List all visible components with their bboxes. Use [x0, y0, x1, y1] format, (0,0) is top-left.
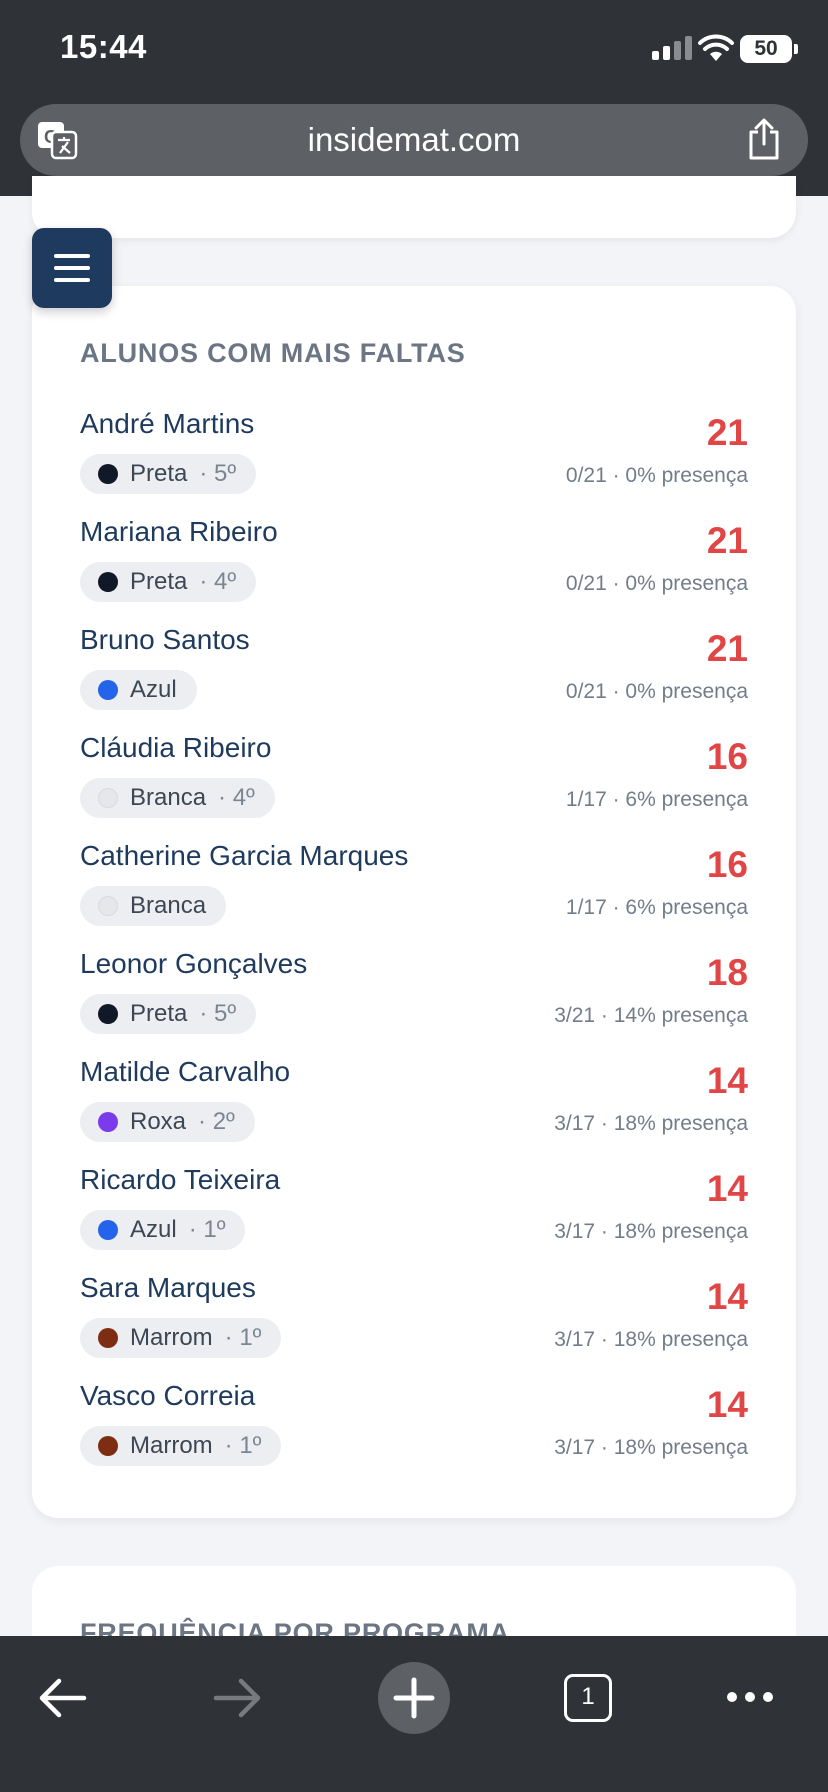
belt-color-dot [98, 788, 118, 808]
belt-degree: · 5º [199, 460, 237, 487]
absence-count: 18 [706, 952, 748, 993]
student-row[interactable]: Mariana Ribeiro Preta · 4º 21 0/21 · 0% … [80, 516, 748, 624]
belt-degree: · 1º [224, 1432, 262, 1459]
belt-badge: Preta · 4º [80, 562, 257, 602]
belt-badge: Branca · 4º [80, 778, 275, 818]
belt-degree: · 2º [198, 1108, 235, 1135]
belt-degree: · 4º [199, 568, 237, 595]
belt-label: Azul [130, 676, 177, 703]
student-row[interactable]: André Martins Preta · 5º 21 0/21 · 0% pr… [80, 408, 748, 516]
absence-count: 21 [706, 412, 748, 453]
belt-color-dot [98, 1112, 118, 1132]
belt-color-dot [98, 680, 118, 700]
absence-count: 14 [706, 1276, 748, 1317]
student-name: Matilde Carvalho [80, 1056, 291, 1087]
browser-top-chrome: 15:44 50 G insidemat.com [0, 0, 828, 196]
forward-arrow-icon[interactable] [212, 1676, 262, 1720]
belt-badge: Branca [80, 886, 227, 926]
student-row[interactable]: Bruno Santos Azul 21 0/21 · 0% presença [80, 624, 748, 732]
status-time: 15:44 [60, 28, 147, 65]
absence-count: 16 [706, 844, 748, 885]
student-name: Catherine Garcia Marques [80, 840, 409, 871]
presence-summary: 3/17 · 18% presença [554, 1112, 748, 1135]
belt-label: Marrom [130, 1432, 213, 1459]
belt-label: Marrom [130, 1324, 213, 1351]
presence-summary: 1/17 · 6% presença [565, 896, 748, 919]
belt-color-dot [98, 1328, 118, 1348]
presence-summary: 3/17 · 18% presença [554, 1220, 748, 1243]
student-row[interactable]: Leonor Gonçalves Preta · 5º 18 3/21 · 14… [80, 948, 748, 1056]
student-row[interactable]: Sara Marques Marrom · 1º 14 3/17 · 18% p… [80, 1272, 748, 1380]
url-text[interactable]: insidemat.com [20, 121, 808, 159]
belt-label: Preta [130, 568, 188, 595]
belt-label: Preta [130, 1000, 188, 1027]
presence-summary: 1/17 · 6% presença [565, 788, 748, 811]
address-bar[interactable]: G insidemat.com [20, 104, 808, 176]
presence-summary: 0/21 · 0% presença [565, 464, 748, 487]
absence-count: 14 [706, 1384, 748, 1425]
presence-summary: 0/21 · 0% presença [565, 572, 748, 595]
absence-count: 14 [706, 1060, 748, 1101]
belt-label: Roxa [130, 1108, 187, 1135]
student-row[interactable]: Catherine Garcia Marques Branca 16 1/17 … [80, 840, 748, 948]
belt-color-dot [98, 1436, 118, 1456]
plus-icon [393, 1677, 435, 1719]
wifi-icon [698, 34, 734, 61]
browser-bottom-toolbar: 1 [0, 1636, 828, 1792]
back-arrow-icon[interactable] [38, 1676, 88, 1720]
belt-color-dot [98, 896, 118, 916]
student-row[interactable]: Matilde Carvalho Roxa · 2º 14 3/17 · 18%… [80, 1056, 748, 1164]
presence-summary: 3/17 · 18% presença [554, 1436, 748, 1459]
student-name: Cláudia Ribeiro [80, 732, 272, 763]
absence-count: 21 [706, 520, 748, 561]
tabs-button[interactable]: 1 [564, 1674, 612, 1722]
belt-color-dot [98, 464, 118, 484]
belt-degree: · 1º [188, 1216, 226, 1243]
absence-count: 14 [706, 1168, 748, 1209]
student-row[interactable]: Ricardo Teixeira Azul · 1º 14 3/17 · 18%… [80, 1164, 748, 1272]
belt-badge: Marrom · 1º [80, 1426, 282, 1466]
presence-summary: 0/21 · 0% presença [565, 680, 748, 703]
card-title: ALUNOS COM MAIS FALTAS [80, 338, 466, 368]
student-row[interactable]: Vasco Correia Marrom · 1º 14 3/17 · 18% … [80, 1380, 748, 1488]
belt-badge: Preta · 5º [80, 454, 257, 494]
cellular-signal-icon [652, 36, 692, 60]
absence-count: 21 [706, 628, 748, 669]
belt-label: Branca [130, 892, 207, 919]
belt-color-dot [98, 1004, 118, 1024]
presence-summary: 3/17 · 18% presença [554, 1328, 748, 1351]
share-icon[interactable] [746, 118, 782, 160]
more-options-icon[interactable] [726, 1690, 774, 1704]
student-name: Vasco Correia [80, 1380, 256, 1411]
belt-label: Preta [130, 460, 188, 487]
previous-card-bottom [32, 176, 796, 238]
presence-summary: 3/21 · 14% presença [554, 1004, 748, 1027]
belt-label: Branca [130, 784, 207, 811]
student-name: Mariana Ribeiro [80, 516, 278, 547]
students-most-absences-card: ALUNOS COM MAIS FALTAS André Martins Pre… [32, 286, 796, 1518]
student-row[interactable]: Cláudia Ribeiro Branca · 4º 16 1/17 · 6%… [80, 732, 748, 840]
new-tab-button[interactable] [378, 1662, 450, 1734]
belt-badge: Roxa · 2º [80, 1102, 255, 1142]
menu-button[interactable] [32, 228, 112, 308]
belt-color-dot [98, 572, 118, 592]
student-name: Ricardo Teixeira [80, 1164, 281, 1195]
student-name: Sara Marques [80, 1272, 256, 1303]
belt-degree: · 1º [224, 1324, 262, 1351]
belt-badge: Marrom · 1º [80, 1318, 282, 1358]
student-name: Leonor Gonçalves [80, 948, 308, 979]
belt-degree: · 5º [199, 1000, 237, 1027]
student-name: Bruno Santos [80, 624, 250, 655]
belt-degree: · 4º [218, 784, 255, 811]
student-name: André Martins [80, 408, 255, 439]
belt-badge: Azul · 1º [80, 1210, 246, 1250]
belt-label: Azul [130, 1216, 177, 1243]
belt-color-dot [98, 1220, 118, 1240]
absence-count: 16 [706, 736, 748, 777]
belt-badge: Azul [80, 670, 197, 710]
battery-icon: 50 [740, 35, 798, 63]
belt-badge: Preta · 5º [80, 994, 257, 1034]
